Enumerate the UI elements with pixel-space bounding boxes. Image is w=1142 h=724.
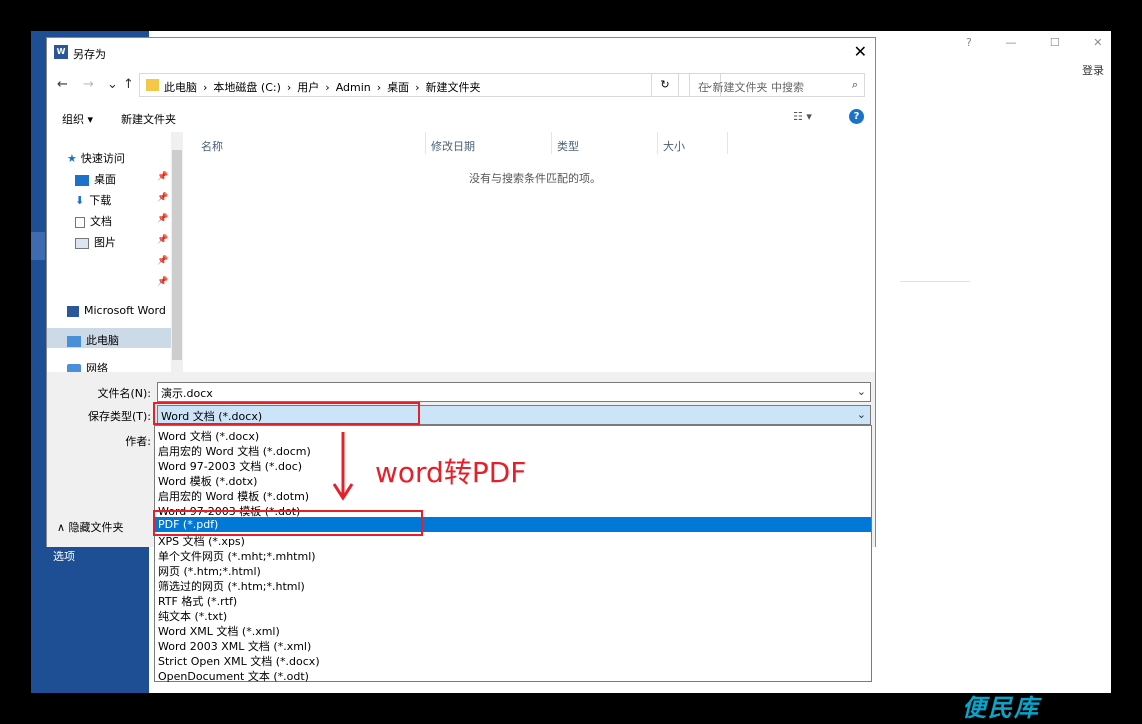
- crumb-desktop[interactable]: 桌面: [387, 81, 409, 94]
- filetype-option[interactable]: 纯文本 (*.txt): [155, 607, 871, 623]
- divider: [900, 281, 970, 282]
- close-icon[interactable]: ✕: [854, 42, 867, 61]
- scroll-thumb[interactable]: [172, 150, 182, 360]
- star-icon: ★: [67, 152, 77, 165]
- crumb-separator: ›: [415, 81, 420, 94]
- breadcrumb[interactable]: 此电脑 › 本地磁盘 (C:) › 用户 › Admin › 桌面 › 新建文件夹: [164, 79, 487, 95]
- title-bar: W 另存为 ✕: [47, 38, 875, 66]
- nav-item-downloads[interactable]: ⬇ 下载: [75, 192, 111, 208]
- filetype-option[interactable]: Strict Open XML 文档 (*.docx): [155, 652, 871, 668]
- chevron-down-icon[interactable]: ⌄: [857, 408, 866, 421]
- crumb-separator: ›: [325, 81, 330, 94]
- navigation-bar: ← → ⌄ ↑ 此电脑 › 本地磁盘 (C:) › 用户 › Admin › 桌面 › 新建文件夹 …: [47, 70, 875, 100]
- help-icon[interactable]: ?: [966, 36, 972, 49]
- word-icon: W: [54, 45, 68, 59]
- column-date[interactable]: 修改日期: [431, 138, 475, 154]
- filetype-option[interactable]: Word 2003 XML 文档 (*.xml): [155, 637, 871, 653]
- crumb-new-folder[interactable]: 新建文件夹: [426, 81, 481, 94]
- column-name[interactable]: 名称: [201, 138, 223, 154]
- nav-label: 文档: [90, 215, 112, 228]
- filetype-option[interactable]: Word 文档 (*.docx): [155, 427, 871, 443]
- filetype-label: 保存类型(T):: [87, 410, 151, 423]
- watermark-logo: 便民库: [962, 694, 1040, 722]
- filename-value: 演示.docx: [161, 387, 213, 400]
- pin-icon: 📌: [157, 235, 169, 245]
- nav-item-this-pc[interactable]: 此电脑: [67, 332, 119, 348]
- nav-scrollbar[interactable]: [171, 132, 183, 372]
- nav-quick-access[interactable]: ★ 快速访问: [67, 150, 125, 166]
- folder-icon: [146, 79, 159, 91]
- crumb-users[interactable]: 用户: [297, 81, 319, 94]
- crumb-this-pc[interactable]: 此电脑: [164, 81, 197, 94]
- nav-item-word[interactable]: Microsoft Word: [67, 304, 166, 317]
- address-bar[interactable]: 此电脑 › 本地磁盘 (C:) › 用户 › Admin › 桌面 › 新建文件夹 ⌄: [139, 73, 721, 97]
- window-controls[interactable]: ? — ☐ ✕: [966, 36, 1132, 49]
- column-size[interactable]: 大小: [663, 138, 685, 154]
- search-input[interactable]: 在 新建文件夹 中搜索 ⌕: [689, 73, 865, 97]
- word-icon: [67, 305, 79, 317]
- view-options-icon[interactable]: ☷ ▾: [793, 110, 812, 123]
- new-folder-button[interactable]: 新建文件夹: [121, 111, 176, 127]
- forward-icon[interactable]: →: [83, 77, 94, 92]
- pin-icon: 📌: [157, 172, 169, 182]
- nav-item-documents[interactable]: 文档: [75, 213, 112, 229]
- dialog-title: 另存为: [73, 48, 106, 61]
- filetype-option[interactable]: 筛选过的网页 (*.htm;*.html): [155, 577, 871, 593]
- nav-label: Microsoft Word: [84, 304, 166, 317]
- pin-icon: 📌: [157, 256, 169, 266]
- filename-label: 文件名(N):: [97, 387, 151, 400]
- chevron-down-icon[interactable]: ⌄: [857, 385, 866, 398]
- download-icon: ⬇: [75, 194, 85, 207]
- empty-message: 没有与搜索条件匹配的项。: [469, 172, 601, 185]
- file-list: 名称 修改日期 类型 大小 没有与搜索条件匹配的项。: [183, 132, 875, 372]
- back-icon[interactable]: ←: [57, 77, 68, 92]
- nav-item-desktop[interactable]: 桌面: [75, 171, 116, 187]
- nav-label: 此电脑: [86, 334, 119, 347]
- filetype-option[interactable]: OpenDocument 文本 (*.odt): [155, 667, 871, 683]
- crumb-drive[interactable]: 本地磁盘 (C:): [213, 81, 280, 94]
- pin-icon: 📌: [157, 193, 169, 203]
- options-link[interactable]: 选项: [53, 548, 75, 564]
- author-label: 作者:: [125, 435, 151, 448]
- login-link[interactable]: 登录: [1082, 62, 1104, 78]
- filetype-option[interactable]: RTF 格式 (*.rtf): [155, 592, 871, 608]
- filetype-option[interactable]: 单个文件网页 (*.mht;*.mhtml): [155, 547, 871, 563]
- filename-field[interactable]: 演示.docx ⌄: [157, 382, 871, 402]
- document-icon: [75, 216, 85, 228]
- pin-icon: 📌: [157, 277, 169, 287]
- nav-label: 图片: [94, 236, 116, 249]
- computer-icon: [67, 335, 81, 347]
- minimize-icon[interactable]: —: [1005, 36, 1016, 49]
- picture-icon: [75, 237, 89, 249]
- crumb-admin[interactable]: Admin: [336, 81, 371, 94]
- filetype-option[interactable]: Word XML 文档 (*.xml): [155, 622, 871, 638]
- search-placeholder: 在 新建文件夹 中搜索: [698, 81, 804, 94]
- navigation-pane: ★ 快速访问 桌面 ⬇ 下载 文档 图片 📌 📌 📌 📌 📌 📌 Microsoft…: [47, 132, 183, 375]
- highlight-box: [153, 402, 420, 425]
- help-icon[interactable]: ?: [849, 109, 864, 124]
- hide-folders-button[interactable]: ∧ 隐藏文件夹: [57, 519, 124, 535]
- up-icon[interactable]: ↑: [123, 77, 134, 92]
- highlight-box: [153, 510, 423, 536]
- refresh-button[interactable]: ↻: [651, 73, 679, 97]
- nav-label: 桌面: [94, 173, 116, 186]
- nav-label: 快速访问: [80, 152, 125, 165]
- desktop-icon: [75, 174, 89, 186]
- command-bar: 组织 ▾ 新建文件夹 ☷ ▾ ?: [47, 104, 875, 130]
- search-icon: ⌕: [851, 78, 858, 91]
- close-icon[interactable]: ✕: [1093, 36, 1102, 49]
- nav-item-pictures[interactable]: 图片: [75, 234, 116, 250]
- nav-label: 下载: [89, 194, 112, 207]
- annotation-text: word转PDF: [375, 456, 527, 489]
- filetype-option[interactable]: 网页 (*.htm;*.html): [155, 562, 871, 578]
- maximize-icon[interactable]: ☐: [1050, 36, 1060, 49]
- pin-icon: 📌: [157, 214, 169, 224]
- crumb-separator: ›: [376, 81, 382, 94]
- organize-button[interactable]: 组织 ▾: [62, 111, 93, 127]
- crumb-separator: ›: [203, 81, 208, 94]
- crumb-separator: ›: [286, 81, 292, 94]
- chevron-down-icon[interactable]: ⌄: [107, 77, 118, 92]
- down-arrow-annotation: [333, 432, 353, 501]
- column-type[interactable]: 类型: [557, 138, 579, 154]
